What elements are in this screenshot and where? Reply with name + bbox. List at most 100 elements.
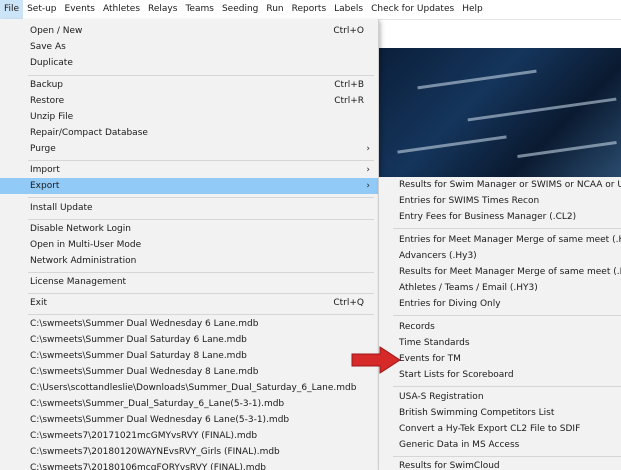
recent-file-item[interactable]: C:\swmeets\Summer Dual Saturday 6 Lane.m… [0,332,378,348]
recent-file-item[interactable]: C:\swmeets7\20171021mcGMYvsRVY (FINAL).m… [0,428,378,444]
menu-item-label: Repair/Compact Database [30,128,148,138]
export-item-records[interactable]: Records [379,319,621,335]
export-item-results-merge[interactable]: Results for Meet Manager Merge of same m… [379,264,621,280]
menu-separator [28,272,374,273]
menu-item-label: Import [30,165,60,175]
export-item-advancers[interactable]: Advancers (.Hy3) [379,248,621,264]
submenu-item-label: Advancers (.Hy3) [399,251,477,261]
menu-item-purge[interactable]: Purge › [0,141,378,157]
background-photo [377,48,621,177]
menu-separator [28,293,374,294]
menu-item-open-new[interactable]: Open / New Ctrl+O [0,23,378,39]
menu-separator [28,314,374,315]
menu-separator [393,228,621,229]
menu-item-label: Restore [30,96,65,106]
chevron-right-icon: › [366,165,370,175]
menu-item-restore[interactable]: Restore Ctrl+R [0,93,378,109]
menu-item-label: Export [30,181,60,191]
export-item-british-swimming[interactable]: British Swimming Competitors List [379,405,621,421]
export-item-generic-ms-access[interactable]: Generic Data in MS Access [379,437,621,453]
export-item-athletes-teams-email[interactable]: Athletes / Teams / Email (.HY3) [379,280,621,296]
menu-item-unzip-file[interactable]: Unzip File [0,109,378,125]
menu-setup[interactable]: Set-up [23,0,60,19]
menu-events[interactable]: Events [61,0,99,19]
recent-file-item[interactable]: C:\swmeets7\20180120WAYNEvsRVY_Girls (FI… [0,444,378,460]
menu-item-duplicate[interactable]: Duplicate [0,55,378,71]
export-item-start-lists[interactable]: Start Lists for Scoreboard [379,367,621,383]
submenu-item-label: Records [399,322,435,332]
recent-file-label: C:\swmeets\Summer Dual Wednesday 8 Lane.… [30,367,259,377]
menu-run[interactable]: Run [262,0,287,19]
menu-separator [393,456,621,457]
shortcut-text: Ctrl+O [333,26,364,36]
recent-file-label: C:\Users\scottandleslie\Downloads\Summer… [30,383,357,393]
menu-item-multi-user-mode[interactable]: Open in Multi-User Mode [0,237,378,253]
submenu-item-label: Convert a Hy-Tek Export CL2 File to SDIF [399,424,581,434]
submenu-item-label: Athletes / Teams / Email (.HY3) [399,283,538,293]
menu-separator [28,75,374,76]
menu-athletes[interactable]: Athletes [99,0,144,19]
menu-file[interactable]: File [0,0,24,19]
menu-bar: File Set-up Events Athletes Relays Teams… [0,0,621,20]
recent-file-label: C:\swmeets7\20180120WAYNEvsRVY_Girls (FI… [30,447,280,457]
recent-file-item[interactable]: C:\Users\scottandleslie\Downloads\Summer… [0,380,378,396]
export-item-diving-only[interactable]: Entries for Diving Only [379,296,621,312]
export-item-convert-cl2-sdif[interactable]: Convert a Hy-Tek Export CL2 File to SDIF [379,421,621,437]
menu-item-license-management[interactable]: License Management [0,274,378,290]
export-submenu: Results for Swim Manager or SWIMS or NCA… [378,177,621,470]
chevron-right-icon: › [366,144,370,154]
submenu-item-label: Results for SwimCloud [399,461,500,470]
recent-file-item[interactable]: C:\swmeets\Summer Dual Wednesday 8 Lane.… [0,364,378,380]
shortcut-text: Ctrl+Q [333,298,364,308]
menu-item-exit[interactable]: Exit Ctrl+Q [0,295,378,311]
menu-separator [28,219,374,220]
menu-seeding[interactable]: Seeding [218,0,262,19]
menu-separator [393,386,621,387]
recent-file-item[interactable]: C:\swmeets\Summer Dual Wednesday 6 Lane(… [0,412,378,428]
menu-teams[interactable]: Teams [181,0,217,19]
export-item-usas-registration[interactable]: USA-S Registration [379,389,621,405]
export-item-swims-times-recon[interactable]: Entries for SWIMS Times Recon [379,193,621,209]
submenu-item-label: Time Standards [399,338,470,348]
menu-item-save-as[interactable]: Save As [0,39,378,55]
menu-relays[interactable]: Relays [144,0,181,19]
menu-item-export[interactable]: Export › [0,178,378,194]
submenu-item-label: Events for TM [399,354,461,364]
menu-item-network-admin[interactable]: Network Administration [0,253,378,269]
menu-labels[interactable]: Labels [330,0,367,19]
recent-file-label: C:\swmeets7\20171021mcGMYvsRVY (FINAL).m… [30,431,258,441]
menu-item-label: Backup [30,80,63,90]
menu-item-label: Install Update [30,203,93,213]
menu-item-label: Disable Network Login [30,224,131,234]
menu-separator [393,315,621,316]
menu-reports[interactable]: Reports [288,0,331,19]
menu-separator [28,197,374,198]
export-item-events-for-tm[interactable]: Events for TM [379,351,621,367]
recent-file-label: C:\swmeets\Summer Dual Saturday 8 Lane.m… [30,351,247,361]
recent-file-item[interactable]: C:\swmeets\Summer_Dual_Saturday_6_Lane(5… [0,396,378,412]
menu-item-label: Save As [30,42,66,52]
export-item-swimcloud[interactable]: Results for SwimCloud [379,458,621,470]
shortcut-text: Ctrl+B [334,80,364,90]
submenu-item-label: Results for Meet Manager Merge of same m… [399,267,621,277]
menu-item-label: Duplicate [30,58,73,68]
menu-item-repair-compact[interactable]: Repair/Compact Database [0,125,378,141]
submenu-item-label: Entries for Meet Manager Merge of same m… [399,235,621,245]
menu-item-disable-network-login[interactable]: Disable Network Login [0,221,378,237]
menu-help[interactable]: Help [458,0,487,19]
menu-item-label: Unzip File [30,112,74,122]
menu-item-install-update[interactable]: Install Update [0,200,378,216]
recent-file-item[interactable]: C:\swmeets7\20180106mcgFORYvsRVY (FINAL)… [0,460,378,470]
export-item-entries-merge[interactable]: Entries for Meet Manager Merge of same m… [379,232,621,248]
menu-item-import[interactable]: Import › [0,162,378,178]
export-item-time-standards[interactable]: Time Standards [379,335,621,351]
recent-file-item[interactable]: C:\swmeets\Summer Dual Saturday 8 Lane.m… [0,348,378,364]
submenu-item-label: British Swimming Competitors List [399,408,555,418]
red-arrow-icon [351,346,401,374]
menu-item-backup[interactable]: Backup Ctrl+B [0,77,378,93]
export-item-entry-fees[interactable]: Entry Fees for Business Manager (.CL2) [379,209,621,225]
recent-file-item[interactable]: C:\swmeets\Summer Dual Wednesday 6 Lane.… [0,316,378,332]
export-item-swim-manager[interactable]: Results for Swim Manager or SWIMS or NCA… [379,177,621,193]
submenu-item-label: Start Lists for Scoreboard [399,370,514,380]
menu-check-for-updates[interactable]: Check for Updates [367,0,458,19]
